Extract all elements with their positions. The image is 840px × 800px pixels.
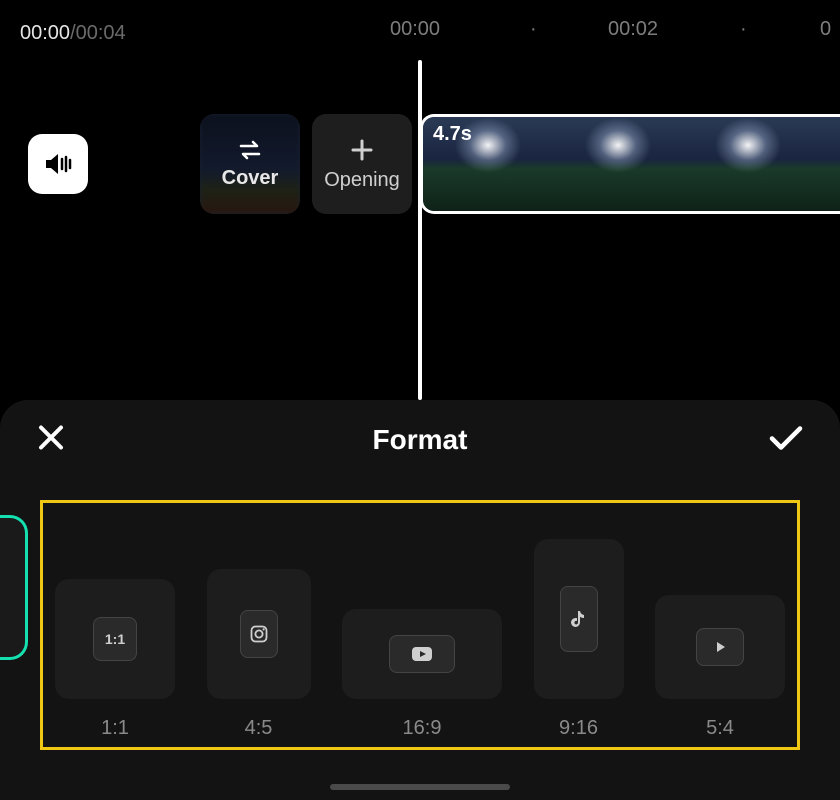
format-header: Format: [0, 400, 840, 480]
speaker-icon: [43, 150, 73, 178]
ruler-tick-4: 0: [820, 18, 831, 41]
tiktok-icon: [560, 586, 598, 652]
format-option-1-1[interactable]: 1:1 1:1: [55, 579, 175, 740]
close-icon: [36, 423, 66, 453]
format-option-5-4[interactable]: 5:4: [655, 595, 785, 740]
format-tile: 1:1: [55, 579, 175, 699]
opening-label: Opening: [324, 169, 400, 192]
sound-button[interactable]: [28, 134, 88, 194]
clip-thumbnail: [813, 117, 840, 211]
time-ruler: 00:00/00:04 00:00 · 00:02 · 0: [0, 18, 840, 48]
ruler-labels: 00:00 · 00:02 · 0: [0, 18, 840, 48]
cover-label: Cover: [222, 167, 279, 190]
ruler-tick-2: 00:02: [608, 18, 658, 41]
format-option-9-16[interactable]: 9:16: [534, 539, 624, 740]
aspect-1-1-icon: 1:1: [93, 617, 137, 661]
ruler-dot: ·: [530, 18, 537, 41]
plus-icon: [349, 137, 375, 163]
format-label: 4:5: [245, 717, 273, 740]
clip-duration: 4.7s: [433, 123, 472, 146]
svg-text:1:1: 1:1: [105, 631, 125, 647]
video-clip[interactable]: 4.7s: [420, 114, 840, 214]
check-icon: [768, 424, 804, 452]
format-tile: [342, 609, 502, 699]
instagram-icon: [240, 610, 278, 658]
clip-thumbnail: [553, 117, 683, 211]
swap-icon: [237, 139, 263, 161]
confirm-button[interactable]: [768, 424, 804, 457]
format-options: 1:1 1:1 4:5: [55, 520, 785, 740]
clip-thumbnail: [683, 117, 813, 211]
format-panel: Format 1:1 1:1: [0, 400, 840, 800]
home-indicator: [330, 784, 510, 790]
format-label: 16:9: [403, 717, 442, 740]
format-tile: [207, 569, 311, 699]
format-label: 9:16: [559, 717, 598, 740]
play-icon: [696, 628, 744, 666]
format-original-peek[interactable]: [0, 515, 28, 660]
format-label: 5:4: [706, 717, 734, 740]
format-tile: [655, 595, 785, 699]
playhead[interactable]: [418, 60, 422, 400]
format-option-4-5[interactable]: 4:5: [207, 569, 311, 740]
ruler-dot: ·: [740, 18, 747, 41]
cover-button[interactable]: Cover: [200, 114, 300, 214]
opening-button[interactable]: Opening: [312, 114, 412, 214]
format-tile: [534, 539, 624, 699]
format-title: Format: [373, 424, 468, 456]
format-label: 1:1: [101, 717, 129, 740]
ruler-tick-0: 00:00: [390, 18, 440, 41]
youtube-icon: [389, 635, 455, 673]
close-button[interactable]: [36, 423, 66, 458]
format-option-16-9[interactable]: 16:9: [342, 609, 502, 740]
cover-thumbnail: [200, 114, 300, 214]
